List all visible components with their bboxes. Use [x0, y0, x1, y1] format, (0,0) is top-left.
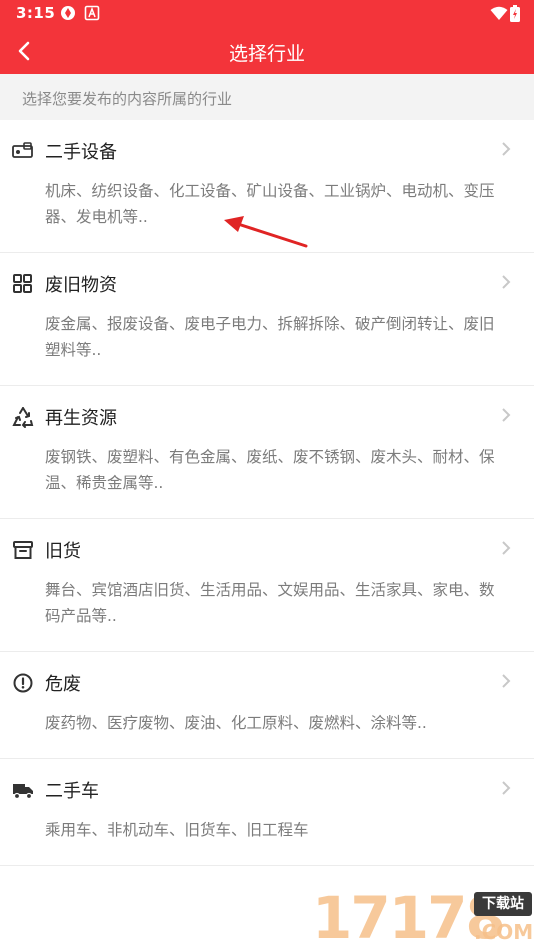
- chevron-right-icon: [502, 781, 511, 795]
- category-item-second-hand-goods[interactable]: 旧货 舞台、宾馆酒店旧货、生活用品、文娱用品、生活家具、家电、数码产品等..: [0, 519, 534, 652]
- page-title: 选择行业: [228, 43, 305, 65]
- shield-icon: [61, 6, 75, 20]
- category-item-used-equipment[interactable]: 二手设备 机床、纺织设备、化工设备、矿山设备、工业锅炉、电动机、变压器、发电机等…: [0, 120, 534, 253]
- category-title: 二手车: [45, 781, 99, 802]
- archive-icon: [13, 541, 33, 559]
- recycle-icon: [12, 407, 34, 428]
- category-title: 废旧物资: [45, 275, 117, 296]
- category-item-waste-materials[interactable]: 废旧物资 废金属、报废设备、废电子电力、拆解拆除、破产倒闭转让、废旧塑料等..: [0, 253, 534, 386]
- watermark-badge: 下载站: [474, 892, 532, 916]
- category-title: 危废: [45, 674, 81, 695]
- chevron-right-icon: [502, 541, 511, 555]
- category-description: 废钢铁、废塑料、有色金属、废纸、废不锈钢、废木头、耐材、保温、稀贵金属等..: [45, 448, 495, 492]
- category-title: 再生资源: [45, 408, 117, 429]
- chevron-right-icon: [502, 674, 511, 688]
- equipment-icon: [12, 142, 33, 158]
- category-item-hazardous-waste[interactable]: 危废 废药物、医疗废物、废油、化工原料、废燃料、涂料等..: [0, 652, 534, 759]
- category-title: 二手设备: [45, 142, 117, 163]
- app-bar: 选择行业: [0, 28, 534, 74]
- instruction-hint: 选择您要发布的内容所属的行业: [0, 74, 534, 120]
- category-list: 二手设备 机床、纺织设备、化工设备、矿山设备、工业锅炉、电动机、变压器、发电机等…: [0, 120, 534, 866]
- chevron-right-icon: [502, 408, 511, 422]
- category-item-used-cars[interactable]: 二手车 乘用车、非机动车、旧货车、旧工程车: [0, 759, 534, 866]
- alert-circle-icon: [13, 673, 33, 693]
- wifi-icon: [490, 6, 508, 20]
- category-title: 旧货: [45, 541, 81, 562]
- watermark-logo: 17178 下载站 .COM: [312, 886, 534, 950]
- category-description: 废金属、报废设备、废电子电力、拆解拆除、破产倒闭转让、废旧塑料等..: [45, 315, 495, 359]
- category-description: 废药物、医疗废物、废油、化工原料、废燃料、涂料等..: [45, 714, 427, 732]
- category-description: 乘用车、非机动车、旧货车、旧工程车: [45, 821, 309, 839]
- chevron-right-icon: [502, 142, 511, 156]
- battery-icon: [510, 5, 520, 22]
- category-description: 舞台、宾馆酒店旧货、生活用品、文娱用品、生活家具、家电、数码产品等..: [45, 581, 495, 625]
- chevron-right-icon: [502, 275, 511, 289]
- status-bar: 3:15: [0, 0, 534, 28]
- category-description: 机床、纺织设备、化工设备、矿山设备、工业锅炉、电动机、变压器、发电机等..: [45, 182, 495, 226]
- a-box-icon: [84, 5, 100, 21]
- watermark-suffix: .COM: [474, 920, 534, 944]
- grid-icon: [13, 274, 32, 293]
- category-item-renewable-resources[interactable]: 再生资源 废钢铁、废塑料、有色金属、废纸、废不锈钢、废木头、耐材、保温、稀贵金属…: [0, 386, 534, 519]
- truck-icon: [13, 784, 33, 800]
- status-time: 3:15: [16, 4, 56, 22]
